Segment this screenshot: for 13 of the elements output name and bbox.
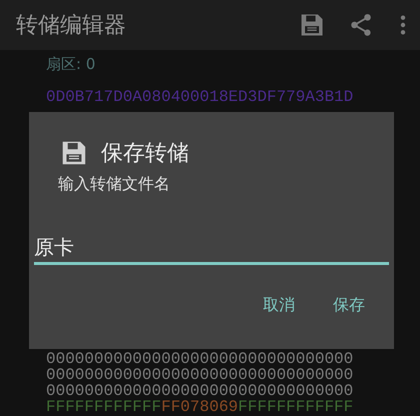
sector-label: 扇区: 0 bbox=[46, 55, 96, 74]
more-options-icon[interactable] bbox=[400, 14, 406, 36]
dialog-button[interactable]: 保存 bbox=[331, 291, 367, 320]
dialog-title: 保存转储 bbox=[101, 140, 189, 168]
hex-row: 0D0B717D0A080400018ED3DF779A3B1D bbox=[46, 88, 354, 106]
app-title: 转储编辑器 bbox=[16, 12, 127, 40]
hex-row: 00000000000000000000000000000000 bbox=[46, 383, 354, 399]
file-name-field[interactable]: 原卡 bbox=[34, 235, 389, 265]
dialog-message: 输入转储文件名 bbox=[58, 174, 170, 195]
dialog-button[interactable]: 取消 bbox=[261, 291, 297, 320]
hex-row: FFFFFFFFFFFFFF078069FFFFFFFFFFFF bbox=[46, 399, 354, 415]
hex-row: 00000000000000000000000000000000 bbox=[46, 367, 354, 383]
hex-row: 00000000000000000000000000000000 bbox=[46, 351, 354, 367]
